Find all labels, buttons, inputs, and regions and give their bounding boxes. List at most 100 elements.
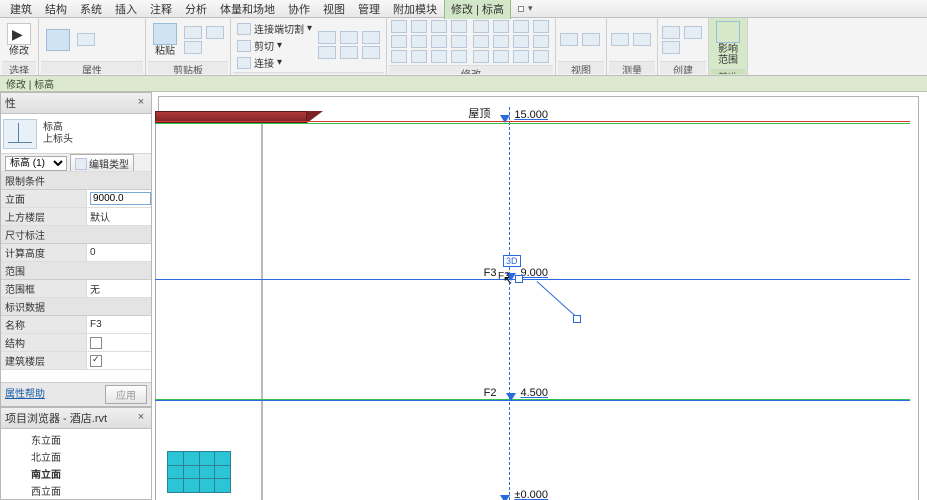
level-marker[interactable]: 屋顶 15.000 [468,105,548,121]
move-icon[interactable] [451,20,467,33]
menu-tab-active[interactable]: 修改 | 标高 [444,0,511,19]
tool-icon[interactable] [533,35,549,48]
tool-icon[interactable] [473,50,489,63]
close-icon[interactable]: × [135,97,147,109]
tool-icon[interactable] [513,35,529,48]
menu-tab[interactable]: 建筑 [4,0,38,19]
property-row[interactable]: 名称F3 [1,316,151,334]
trim-icon[interactable] [431,35,447,48]
array-icon[interactable] [391,50,407,63]
geom-icon[interactable] [362,31,380,44]
tool-icon[interactable] [513,50,529,63]
apply-button[interactable]: 应用 [105,385,147,404]
tool-icon[interactable] [493,35,509,48]
join-button[interactable]: 连接 ▾ [237,55,312,70]
dimension-icon[interactable] [633,33,651,46]
menu-tab[interactable]: 插入 [109,0,143,19]
geom-icon[interactable] [318,46,336,59]
type-selector[interactable]: 标高 上标头 [1,114,151,154]
checkbox[interactable] [90,355,102,367]
geom-icon[interactable] [362,46,380,59]
level-elevation[interactable]: 15.000 [514,109,548,121]
copy-tool-icon[interactable] [391,35,407,48]
properties-help-link[interactable]: 属性帮助 [5,385,45,404]
tree-item[interactable]: 西立面 [1,482,151,499]
modify-tool-button[interactable]: ▶ 修改 [2,21,36,59]
project-browser-title-bar[interactable]: 项目浏览器 - 酒店.rvt × [1,408,151,429]
property-value[interactable]: 无 [87,280,151,297]
rotate-icon[interactable] [411,35,427,48]
tool-icon[interactable] [513,20,529,33]
offset-icon[interactable] [411,20,427,33]
tree-item[interactable]: 东立面 [1,431,151,448]
checkbox[interactable] [90,337,102,349]
chevron-down-icon[interactable]: ▾ [528,3,533,14]
view-icon[interactable] [582,33,600,46]
match-icon[interactable] [184,41,202,54]
measure-icon[interactable] [611,33,629,46]
level-elevation[interactable]: 9.000 [520,267,548,279]
material-swatch[interactable] [167,451,231,493]
property-value[interactable] [87,352,151,369]
copy-icon[interactable] [206,26,224,39]
tool-icon[interactable] [493,20,509,33]
view-icon[interactable] [560,33,578,46]
tool-icon[interactable] [533,50,549,63]
geom-icon[interactable] [318,31,336,44]
create-icon[interactable] [662,26,680,39]
tool-icon[interactable] [473,20,489,33]
tree-item[interactable]: 南立面 [1,465,151,482]
mirror-icon[interactable] [431,20,447,33]
pin-icon[interactable] [431,50,447,63]
cut-icon[interactable] [184,26,202,39]
property-value[interactable]: 默认 [87,208,151,225]
menu-tab[interactable]: 附加模块 [387,0,443,19]
drawing-canvas[interactable]: 3D 屋顶15.000F39.000F24.500±0.000 ↖ F3 [152,92,927,500]
property-value[interactable]: F3 [87,316,151,333]
axis-3d-badge[interactable]: 3D [503,255,521,267]
property-row[interactable]: 结构 [1,334,151,352]
align-icon[interactable] [391,20,407,33]
cope-button[interactable]: 连接端切割 ▾ [237,21,312,36]
level-line[interactable] [155,121,910,122]
split-icon[interactable] [451,35,467,48]
property-value[interactable]: 0 [87,244,151,261]
tool-icon[interactable] [493,50,509,63]
edit-type-button[interactable]: 编辑类型 [70,154,134,172]
level-end-handle[interactable] [573,315,581,323]
panel-toggle-icon[interactable] [518,6,524,12]
property-input[interactable] [90,192,151,205]
type-icon[interactable] [77,33,95,46]
level-name[interactable]: 屋顶 [468,105,490,121]
instance-count-select[interactable]: 标高 (1) [5,156,67,171]
tool-icon[interactable] [473,35,489,48]
tool-icon[interactable] [533,20,549,33]
properties-button[interactable] [41,27,75,54]
level-drag-handle[interactable] [515,275,523,283]
property-row[interactable]: 上方楼层默认 [1,208,151,226]
reference-axis[interactable] [509,107,510,500]
property-value[interactable] [87,190,151,207]
menu-tab[interactable]: 体量和场地 [214,0,281,19]
level-marker[interactable]: ±0.000 [490,489,548,500]
level-name[interactable]: F3 [484,267,497,279]
level-elevation[interactable]: 4.500 [520,387,548,399]
property-row[interactable]: 建筑楼层 [1,352,151,370]
delete-icon[interactable] [451,50,467,63]
menu-tab[interactable]: 视图 [317,0,351,19]
group-icon[interactable] [684,26,702,39]
tree-item[interactable]: 北立面 [1,448,151,465]
property-row[interactable]: 范围框无 [1,280,151,298]
menu-extras[interactable]: ▾ [518,3,533,14]
menu-tab[interactable]: 系统 [74,0,108,19]
level-line[interactable] [155,279,910,280]
geom-icon[interactable] [340,46,358,59]
paste-button[interactable]: 粘贴 [148,21,182,59]
menu-tab[interactable]: 结构 [39,0,73,19]
properties-title-bar[interactable]: 性 × [1,93,151,114]
menu-tab[interactable]: 管理 [352,0,386,19]
propagate-extents-button[interactable]: 影响 范围 [711,19,745,68]
scale-icon[interactable] [411,50,427,63]
cut-geom-button[interactable]: 剪切 ▾ [237,38,312,53]
property-row[interactable]: 立面 [1,190,151,208]
